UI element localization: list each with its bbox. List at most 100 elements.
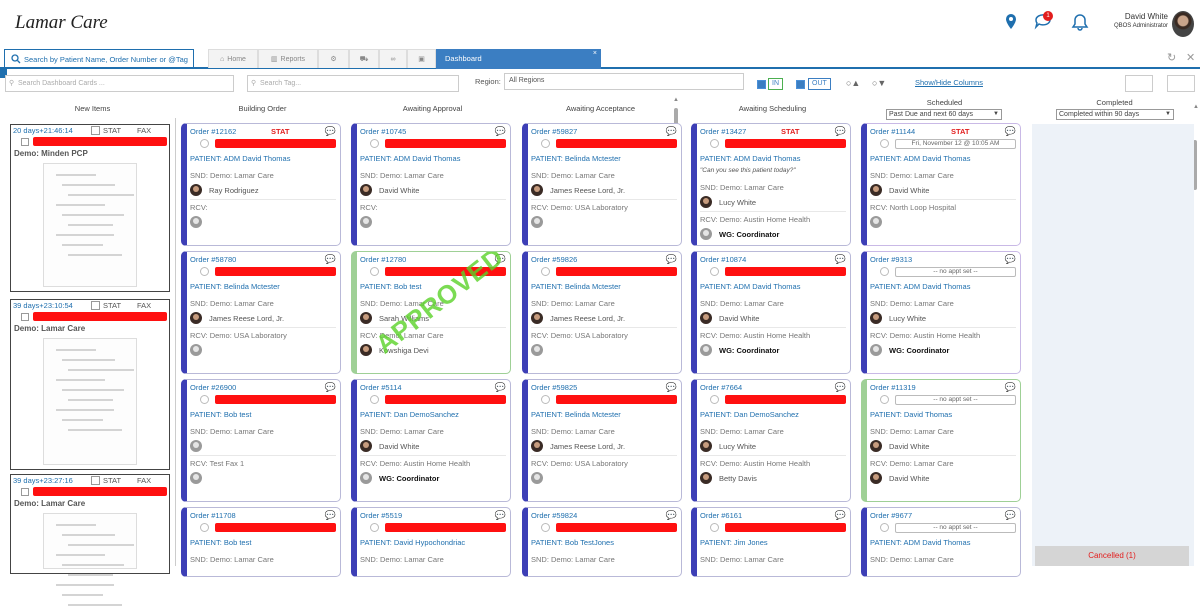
- tab-media[interactable]: ▣: [407, 49, 436, 68]
- chat-icon[interactable]: 💬: [495, 126, 506, 137]
- bell-icon[interactable]: [1071, 12, 1089, 32]
- select-checkbox[interactable]: [91, 301, 100, 310]
- appointment-field[interactable]: -- no appt set --: [895, 267, 1016, 277]
- patient-name[interactable]: PATIENT: ADM David Thomas: [870, 154, 970, 163]
- card-search-input[interactable]: ⚲ Search Dashboard Cards ...: [5, 75, 234, 92]
- new-item-card[interactable]: 20 days+21:46:14 STAT FAX Demo: Minden PCP: [10, 124, 170, 292]
- order-number[interactable]: Order #59825: [531, 383, 577, 392]
- chat-icon[interactable]: 💬: [495, 382, 506, 393]
- select-radio[interactable]: [200, 267, 209, 276]
- user-name[interactable]: David White: [1110, 12, 1168, 21]
- chat-icon[interactable]: 💬: [325, 382, 336, 393]
- patient-name[interactable]: PATIENT: Belinda Mctester: [190, 282, 280, 291]
- tab-settings[interactable]: ⚙: [318, 49, 349, 68]
- patient-name[interactable]: PATIENT: ADM David Thomas: [700, 282, 800, 291]
- patient-name[interactable]: PATIENT: Bob test: [360, 282, 421, 291]
- select-radio[interactable]: [880, 139, 889, 148]
- patient-name[interactable]: PATIENT: Belinda Mctester: [531, 282, 621, 291]
- order-card[interactable]: Order #5114 💬 PATIENT: Dan DemoSanchez SND:…: [351, 379, 511, 502]
- select-checkbox[interactable]: [21, 313, 29, 321]
- select-checkbox[interactable]: [21, 138, 29, 146]
- chat-icon[interactable]: 💬: [835, 510, 846, 521]
- order-card[interactable]: Order #10874 💬 PATIENT: ADM David Thomas SN…: [691, 251, 851, 374]
- order-card[interactable]: Order #59827 💬 PATIENT: Belinda Mctester SN…: [522, 123, 682, 246]
- order-card[interactable]: Order #12162 STAT 💬 PATIENT: ADM David Thom…: [181, 123, 341, 246]
- document-thumbnail[interactable]: [43, 338, 137, 465]
- document-thumbnail[interactable]: [43, 513, 137, 606]
- order-card[interactable]: Order #11144 STAT 💬 Fri, November 12 @ 10:0…: [861, 123, 1021, 246]
- order-number[interactable]: Order #12162: [190, 127, 236, 136]
- chat-icon[interactable]: 💬: [1005, 510, 1016, 521]
- tab-transport[interactable]: ⛟: [349, 49, 379, 68]
- order-card[interactable]: Order #11319 💬 -- no appt set -- PATIENT: D…: [861, 379, 1021, 502]
- refresh-icon[interactable]: ↻: [1167, 51, 1176, 64]
- select-radio[interactable]: [541, 523, 550, 532]
- close-all-icon[interactable]: ✕: [1186, 51, 1195, 64]
- select-radio[interactable]: [200, 139, 209, 148]
- order-card[interactable]: Order #12780 💬 PATIENT: Bob test SND: Demo:…: [351, 251, 511, 374]
- scheduled-filter-select[interactable]: Past Due and next 60 days ▼: [886, 109, 1002, 120]
- select-radio[interactable]: [370, 523, 379, 532]
- order-number[interactable]: Order #9677: [870, 511, 912, 520]
- patient-name[interactable]: PATIENT: David Thomas: [870, 410, 952, 419]
- tab-links[interactable]: ∞: [379, 49, 407, 68]
- patient-name[interactable]: PATIENT: ADM David Thomas: [360, 154, 460, 163]
- chat-icon[interactable]: 💬: [325, 126, 336, 137]
- view-toggle-grid[interactable]: [1125, 75, 1153, 92]
- select-radio[interactable]: [880, 395, 889, 404]
- document-thumbnail[interactable]: [43, 163, 137, 287]
- select-checkbox[interactable]: [91, 126, 100, 135]
- select-radio[interactable]: [200, 395, 209, 404]
- order-number[interactable]: Order #11144: [870, 127, 915, 136]
- chat-icon[interactable]: 💬: [1005, 382, 1016, 393]
- sort-desc-icon[interactable]: ○▼: [872, 78, 886, 88]
- order-card[interactable]: Order #9313 💬 -- no appt set -- PATIENT: AD…: [861, 251, 1021, 374]
- select-radio[interactable]: [370, 395, 379, 404]
- order-number[interactable]: Order #10874: [700, 255, 746, 264]
- chat-icon[interactable]: 💬: [666, 510, 677, 521]
- order-card[interactable]: Order #59824 💬 PATIENT: Bob TestJones SND: …: [522, 507, 682, 577]
- order-number[interactable]: Order #13427: [700, 127, 746, 136]
- scroll-up-icon[interactable]: ▲: [673, 97, 679, 103]
- order-card[interactable]: Order #10745 💬 PATIENT: ADM David Thomas SN…: [351, 123, 511, 246]
- order-number[interactable]: Order #58780: [190, 255, 236, 264]
- patient-name[interactable]: PATIENT: Belinda Mctester: [531, 154, 621, 163]
- chat-icon[interactable]: 💬: [666, 126, 677, 137]
- order-number[interactable]: Order #7664: [700, 383, 742, 392]
- select-radio[interactable]: [880, 267, 889, 276]
- select-checkbox[interactable]: [21, 488, 29, 496]
- tab-home[interactable]: ⌂ Home: [208, 49, 258, 68]
- chat-icon[interactable]: 💬: [835, 254, 846, 265]
- patient-name[interactable]: PATIENT: Dan DemoSanchez: [700, 410, 799, 419]
- select-radio[interactable]: [541, 267, 550, 276]
- chat-icon[interactable]: 💬: [666, 382, 677, 393]
- select-radio[interactable]: [541, 395, 550, 404]
- chat-icon[interactable]: 💬: [666, 254, 677, 265]
- out-checkbox[interactable]: [796, 80, 805, 89]
- show-hide-columns-link[interactable]: Show/Hide Columns: [915, 78, 983, 87]
- order-number[interactable]: Order #9313: [870, 255, 912, 264]
- patient-name[interactable]: PATIENT: David Hypochondriac: [360, 538, 465, 547]
- order-card[interactable]: Order #59825 💬 PATIENT: Belinda Mctester SN…: [522, 379, 682, 502]
- order-number[interactable]: Order #6161: [700, 511, 742, 520]
- order-card[interactable]: Order #58780 💬 PATIENT: Belinda Mctester SN…: [181, 251, 341, 374]
- avatar[interactable]: [1172, 11, 1194, 37]
- region-select[interactable]: All Regions: [504, 73, 744, 90]
- patient-name[interactable]: PATIENT: ADM David Thomas: [870, 282, 970, 291]
- appointment-field[interactable]: -- no appt set --: [895, 523, 1016, 533]
- view-toggle-list[interactable]: [1167, 75, 1195, 92]
- select-radio[interactable]: [710, 395, 719, 404]
- chat-icon[interactable]: 💬: [325, 510, 336, 521]
- patient-name[interactable]: PATIENT: ADM David Thomas: [870, 538, 970, 547]
- select-radio[interactable]: [370, 139, 379, 148]
- patient-name[interactable]: PATIENT: Bob TestJones: [531, 538, 614, 547]
- appointment-field[interactable]: Fri, November 12 @ 10:05 AM: [895, 139, 1016, 149]
- close-icon[interactable]: ×: [593, 50, 597, 57]
- global-search-input[interactable]: Search by Patient Name, Order Number or …: [4, 49, 194, 68]
- tab-dashboard[interactable]: Dashboard ×: [436, 49, 601, 69]
- appointment-field[interactable]: -- no appt set --: [895, 395, 1016, 405]
- in-checkbox[interactable]: [757, 80, 766, 89]
- order-card[interactable]: Order #9677 💬 -- no appt set -- PATIENT: AD…: [861, 507, 1021, 577]
- tab-reports[interactable]: ▥ Reports: [258, 49, 318, 68]
- select-radio[interactable]: [710, 267, 719, 276]
